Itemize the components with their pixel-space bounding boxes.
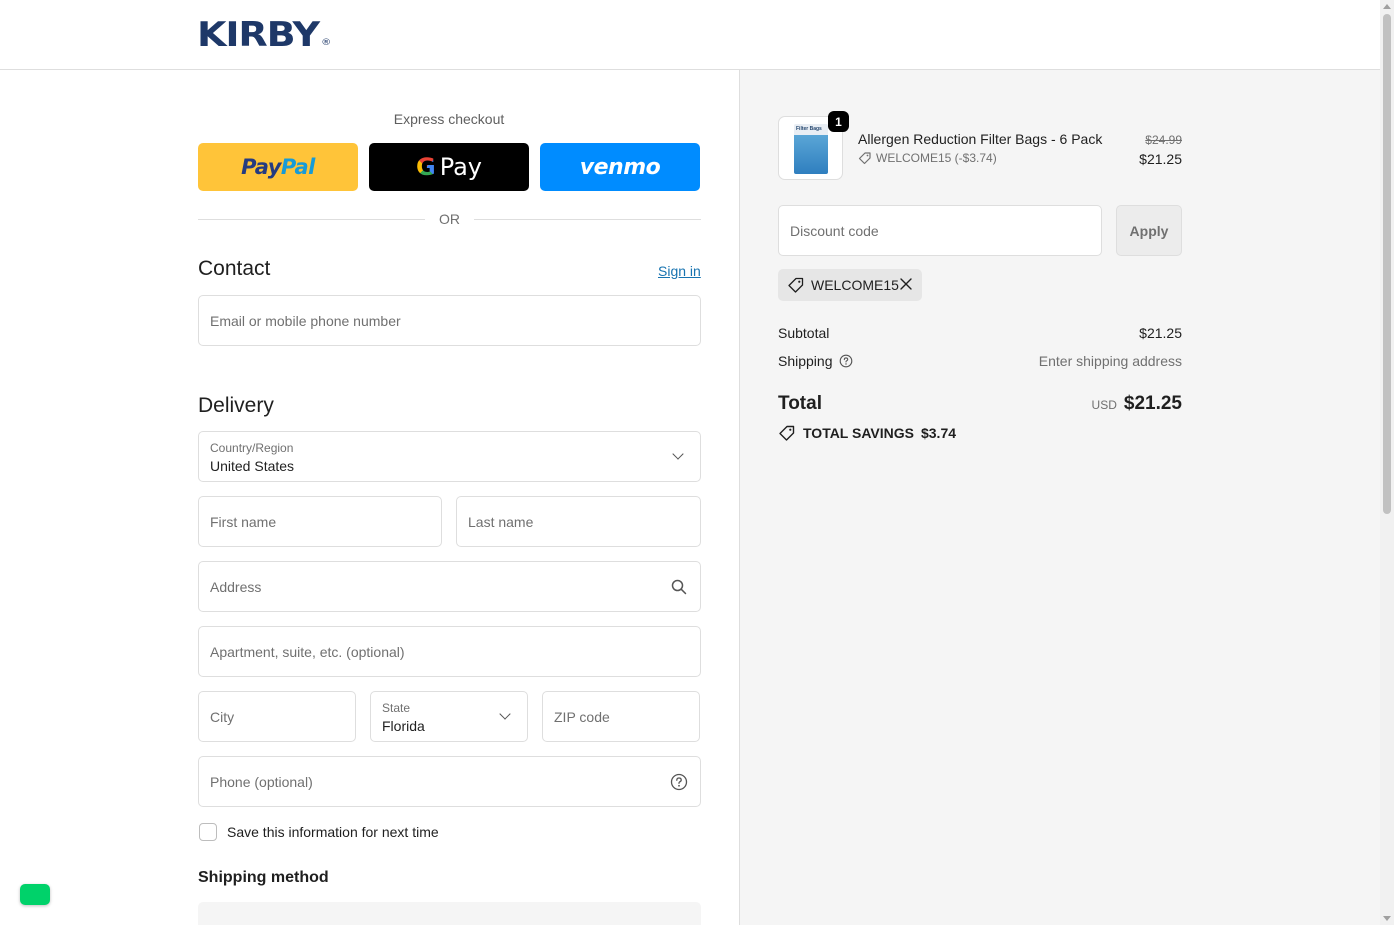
save-info-checkbox[interactable] <box>199 823 217 841</box>
total-amount: $21.25 <box>1123 393 1182 414</box>
tag-icon <box>858 152 871 165</box>
google-pay-logo: G Pay <box>415 153 482 181</box>
city-field[interactable]: City <box>198 691 356 742</box>
product-image: Filter Bags <box>794 124 828 174</box>
divider-line <box>474 218 701 220</box>
scroll-down-arrow-icon[interactable] <box>1383 916 1391 921</box>
shipping-method-heading: Shipping method <box>198 869 329 886</box>
or-divider: OR <box>198 210 701 228</box>
phone-field[interactable]: Phone (optional) <box>198 756 701 807</box>
shipping-method-notice <box>198 902 701 925</box>
chevron-down-icon <box>499 708 511 720</box>
help-circle-icon[interactable] <box>670 773 688 791</box>
contact-heading: Contact <box>198 257 271 280</box>
email-field[interactable]: Email or mobile phone number <box>198 295 701 346</box>
scrollbar[interactable] <box>1380 0 1394 925</box>
order-summary-panel <box>739 70 1380 925</box>
google-g-icon: G <box>415 153 436 181</box>
save-info-label: Save this information for next time <box>227 824 439 840</box>
venmo-logo: venmo <box>579 154 661 180</box>
or-text: OR <box>439 211 460 227</box>
shipping-value: Enter shipping address <box>1038 353 1182 369</box>
divider-line <box>198 218 425 220</box>
savings-label: TOTAL SAVINGS <box>803 425 914 441</box>
scroll-up-arrow-icon[interactable] <box>1383 4 1391 9</box>
subtotal-label: Subtotal <box>778 325 830 341</box>
scroll-thumb[interactable] <box>1383 14 1391 514</box>
state-value: Florida <box>382 718 425 734</box>
paypal-button[interactable]: PayPal <box>198 143 358 191</box>
address-placeholder: Address <box>210 579 262 595</box>
tag-icon <box>788 277 804 293</box>
item-discount-text: WELCOME15 (-$3.74) <box>876 151 997 165</box>
total-value: USD $21.25 <box>1092 393 1182 415</box>
sign-in-link[interactable]: Sign in <box>658 263 701 279</box>
state-select[interactable]: State Florida <box>370 691 528 742</box>
kirby-logo[interactable]: KIRBY ® <box>197 18 331 61</box>
item-discount: WELCOME15 (-$3.74) <box>858 151 997 165</box>
search-icon[interactable] <box>671 579 687 595</box>
zip-field[interactable]: ZIP code <box>542 691 700 742</box>
apartment-placeholder: Apartment, suite, etc. (optional) <box>210 644 405 660</box>
savings-value: $3.74 <box>920 425 957 441</box>
email-placeholder: Email or mobile phone number <box>210 313 401 329</box>
paypal-logo: PayPal <box>241 155 315 179</box>
quantity-badge: 1 <box>828 111 849 132</box>
total-savings: TOTAL SAVINGS $3.74 <box>778 424 956 442</box>
shipping-row-label: Shipping <box>778 353 853 369</box>
country-value: United States <box>210 458 295 474</box>
tag-icon <box>779 425 795 441</box>
total-label: Total <box>778 393 822 414</box>
chat-widget-button[interactable] <box>20 884 50 905</box>
discount-code-placeholder: Discount code <box>790 223 879 239</box>
state-label: State <box>382 701 411 715</box>
apartment-field[interactable]: Apartment, suite, etc. (optional) <box>198 626 701 677</box>
item-price: $21.25 <box>1139 151 1182 167</box>
phone-placeholder: Phone (optional) <box>210 774 313 790</box>
original-price: $24.99 <box>1145 133 1182 147</box>
venmo-button[interactable]: venmo <box>540 143 700 191</box>
country-label: Country/Region <box>210 441 294 455</box>
first-name-placeholder: First name <box>210 514 277 530</box>
city-placeholder: City <box>210 709 235 725</box>
country-select[interactable]: Country/Region United States <box>198 431 701 482</box>
chevron-down-icon <box>672 448 684 460</box>
last-name-field[interactable]: Last name <box>456 496 701 547</box>
apply-discount-button[interactable]: Apply <box>1116 205 1182 256</box>
first-name-field[interactable]: First name <box>198 496 442 547</box>
google-pay-button[interactable]: G Pay <box>369 143 529 191</box>
last-name-placeholder: Last name <box>468 514 534 530</box>
delivery-heading: Delivery <box>198 394 274 417</box>
header: KIRBY ® <box>0 0 1380 70</box>
product-name: Allergen Reduction Filter Bags - 6 Pack <box>858 131 1103 147</box>
address-field[interactable]: Address <box>198 561 701 612</box>
applied-code-text: WELCOME15 <box>811 277 899 293</box>
applied-discount-tag: WELCOME15 <box>778 269 922 301</box>
express-checkout-label: Express checkout <box>393 111 505 127</box>
remove-discount-icon[interactable] <box>899 277 913 291</box>
zip-placeholder: ZIP code <box>554 709 610 725</box>
subtotal-value: $21.25 <box>1139 325 1182 341</box>
help-circle-icon[interactable] <box>839 354 853 368</box>
shipping-label: Shipping <box>778 353 833 369</box>
currency-code: USD <box>1091 398 1117 412</box>
discount-code-input[interactable]: Discount code <box>778 205 1102 256</box>
